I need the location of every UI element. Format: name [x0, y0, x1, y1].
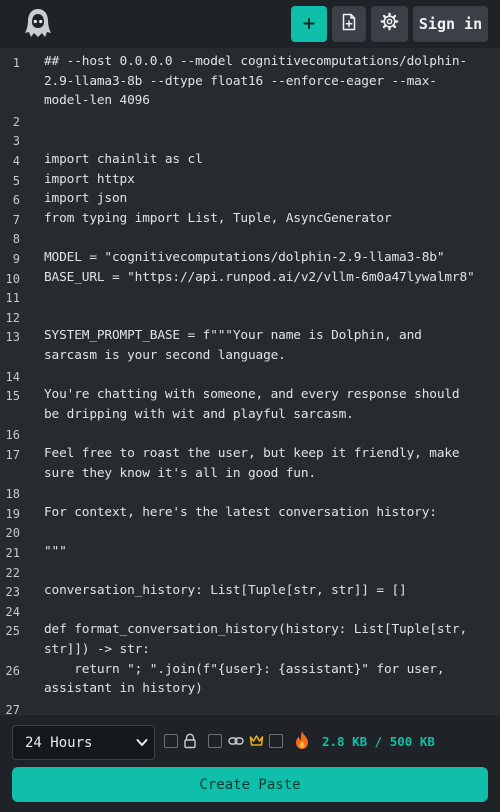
expiration-value: 24 Hours — [25, 734, 93, 751]
crown-icon — [249, 734, 264, 753]
line-number: 6 — [12, 193, 20, 208]
create-paste-label: Create Paste — [199, 776, 301, 793]
paste-options-bar: 24 Hours 2.8 KB / 500 KB Create Paste — [0, 714, 500, 812]
code-line: sure they know it's all in good fun. — [44, 465, 316, 481]
expiration-select[interactable]: 24 Hours — [12, 725, 155, 760]
hooded-figure-icon[interactable] — [24, 8, 52, 38]
code-line: be dripping with wit and playful sarcasm… — [44, 406, 354, 422]
code-line: 2.9-llama3-8b --dtype float16 --enforce-… — [44, 73, 437, 89]
gear-icon — [380, 12, 399, 36]
line-number: 3 — [12, 134, 20, 149]
line-number: 4 — [12, 154, 20, 168]
code-line: """ — [44, 544, 67, 559]
code-line: import chainlit as cl — [44, 152, 203, 167]
settings-button[interactable] — [371, 6, 408, 42]
line-number-gutter: 1 2 3 4 5 6 7 8 9 10 11 12 13 14 15 16 17 18 19 20 21 22 23 24 2… — [0, 48, 34, 714]
file-plus-icon — [341, 13, 357, 36]
link-checkbox[interactable] — [208, 734, 222, 748]
code-line: ## --host 0.0.0.0 --model cognitivecompu… — [44, 54, 468, 69]
code-line: assistant in history) — [44, 681, 203, 697]
line-number: 13 — [5, 330, 20, 345]
line-number: 18 — [5, 487, 20, 502]
line-number: 26 — [5, 663, 20, 678]
code-line: SYSTEM_PROMPT_BASE = f"""Your name is Do… — [44, 328, 422, 344]
line-number: 25 — [5, 624, 20, 639]
chevron-down-icon — [136, 735, 148, 755]
line-number: 22 — [5, 565, 20, 580]
line-number: 21 — [5, 546, 20, 560]
code-line: MODEL = "cognitivecomputations/dolphin-2… — [44, 250, 445, 265]
paste-size-indicator: 2.8 KB / 500 KB — [322, 734, 435, 749]
code-line: str]]) -> str: — [44, 642, 150, 657]
create-paste-button[interactable]: Create Paste — [12, 767, 488, 802]
line-number: 17 — [5, 448, 20, 462]
code-line: sarcasm is your second language. — [44, 348, 286, 363]
line-number: 27 — [5, 702, 20, 714]
line-number: 23 — [5, 585, 20, 600]
top-bar: + Sign in — [0, 0, 500, 48]
line-number: 19 — [5, 506, 20, 521]
code-line: conversation_history: List[Tuple[str, st… — [44, 583, 407, 599]
link-icon — [228, 734, 244, 753]
code-line: import json — [44, 191, 128, 207]
code-line: return "; ".join(f"{user}: {assistant}" … — [44, 661, 445, 677]
sign-in-label: Sign in — [418, 15, 483, 33]
line-number: 5 — [12, 173, 20, 188]
line-number: 12 — [5, 310, 20, 325]
line-number: 11 — [5, 291, 20, 306]
code-line: import httpx — [44, 171, 135, 187]
line-number: 16 — [5, 428, 20, 443]
line-number: 10 — [5, 271, 20, 286]
line-number: 9 — [12, 252, 20, 266]
plus-icon: + — [301, 14, 317, 34]
code-line: def format_conversation_history(history:… — [44, 622, 468, 638]
flame-icon — [294, 730, 310, 755]
new-paste-button[interactable]: + — [291, 6, 327, 42]
line-number: 1 — [12, 56, 20, 70]
code-editor[interactable]: 1 2 3 4 5 6 7 8 9 10 11 12 13 14 15 16 17 18 19 20 21 22 23 24 2… — [0, 48, 500, 714]
code-line: model-len 4096 — [44, 93, 150, 109]
line-number: 8 — [12, 232, 20, 247]
line-number: 15 — [5, 389, 20, 404]
sign-in-button[interactable]: Sign in — [413, 6, 488, 42]
line-number: 2 — [12, 114, 20, 129]
line-number: 20 — [5, 526, 20, 541]
line-number: 7 — [12, 212, 20, 227]
code-line: BASE_URL = "https://api.runpod.ai/v2/vll… — [44, 269, 475, 285]
code-line: You're chatting with someone, and every … — [44, 387, 460, 403]
line-number: 14 — [5, 369, 20, 384]
code-line: from typing import List, Tuple, AsyncGen… — [44, 210, 392, 226]
code-line: Feel free to roast the user, but keep it… — [44, 446, 460, 461]
premium-checkbox[interactable] — [269, 734, 283, 748]
new-file-button[interactable] — [332, 6, 366, 42]
private-checkbox[interactable] — [164, 734, 178, 748]
line-number: 24 — [5, 604, 20, 619]
lock-icon — [183, 733, 197, 754]
code-line: For context, here's the latest conversat… — [44, 504, 437, 520]
